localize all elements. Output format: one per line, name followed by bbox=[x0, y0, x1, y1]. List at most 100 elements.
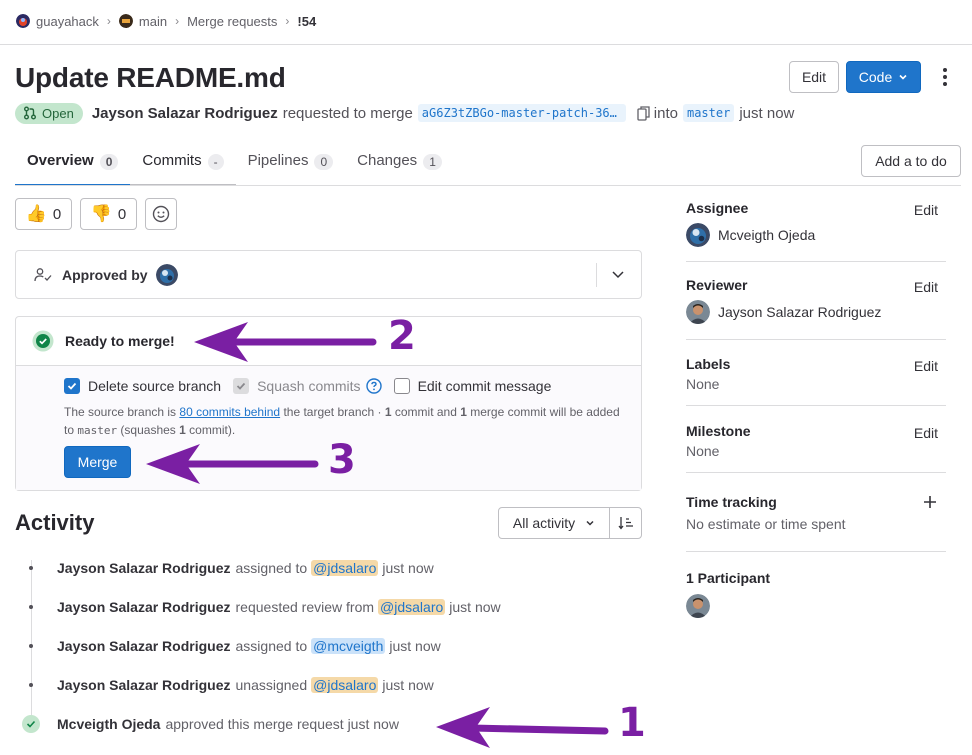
thumbs-up-count: 0 bbox=[52, 205, 62, 223]
sidebar-reviewer: Reviewer Edit Jayson Salazar Rodriguez bbox=[686, 277, 946, 324]
user-mention[interactable]: @jdsalaro bbox=[311, 677, 379, 693]
help-icon[interactable] bbox=[365, 378, 382, 394]
sidebar-divider bbox=[686, 339, 946, 340]
thumbs-up-button[interactable]: 👍 0 bbox=[15, 198, 72, 230]
assignee-user[interactable]: Mcveigth Ojeda bbox=[686, 223, 946, 247]
sort-direction-button[interactable] bbox=[609, 507, 642, 539]
note-author[interactable]: Jayson Salazar Rodriguez bbox=[57, 560, 231, 576]
status-success-icon bbox=[32, 330, 54, 352]
reviewer-edit-button[interactable]: Edit bbox=[914, 279, 938, 295]
sort-icon bbox=[617, 516, 634, 530]
timeline-dot bbox=[20, 605, 42, 609]
edit-commit-message-checkbox[interactable]: Edit commit message bbox=[393, 378, 551, 394]
user-mention[interactable]: @jdsalaro bbox=[311, 560, 379, 576]
tab-pipelines[interactable]: Pipelines 0 bbox=[236, 146, 346, 186]
activity-filter-dropdown[interactable]: All activity bbox=[498, 507, 610, 539]
chevron-right-icon: › bbox=[285, 14, 290, 28]
activity-note: Jayson Salazar Rodriguez requested revie… bbox=[20, 596, 501, 618]
annotation-label-3: 3 bbox=[328, 437, 356, 483]
activity-note: Jayson Salazar Rodriguez assigned to @jd… bbox=[20, 557, 434, 579]
tab-changes[interactable]: Changes 1 bbox=[345, 146, 454, 186]
annotation-label-2: 2 bbox=[388, 313, 416, 359]
avatar bbox=[686, 594, 710, 618]
info-text: The source branch is bbox=[64, 405, 180, 419]
tab-commits[interactable]: Commits - bbox=[130, 146, 236, 186]
note-author[interactable]: Jayson Salazar Rodriguez bbox=[57, 638, 231, 654]
target-branch[interactable]: master bbox=[682, 104, 735, 122]
milestone-edit-button[interactable]: Edit bbox=[914, 425, 938, 441]
plus-icon[interactable] bbox=[923, 495, 937, 509]
note-time: just now bbox=[382, 560, 434, 576]
checkbox-disabled-icon bbox=[233, 378, 250, 394]
breadcrumb-project[interactable]: main bbox=[118, 14, 167, 29]
note-author[interactable]: Mcveigth Ojeda bbox=[57, 716, 160, 732]
activity-title: Activity bbox=[15, 510, 95, 535]
merge-status-label: Ready to merge! bbox=[65, 333, 175, 349]
thumbs-down-count: 0 bbox=[117, 205, 127, 223]
activity-note: Mcveigth Ojeda approved this merge reque… bbox=[20, 713, 399, 735]
milestone-value: None bbox=[686, 443, 720, 459]
thumbs-down-button[interactable]: 👎 0 bbox=[80, 198, 137, 230]
note-time: just now bbox=[382, 677, 434, 693]
merge-checkboxes: Delete source branch Squash commits Edit… bbox=[64, 377, 641, 395]
breadcrumb-current[interactable]: !54 bbox=[297, 14, 316, 29]
milestone-label: Milestone bbox=[686, 423, 751, 439]
assignee-edit-button[interactable]: Edit bbox=[914, 202, 938, 218]
tab-label: Commits bbox=[142, 152, 202, 169]
note-author[interactable]: Jayson Salazar Rodriguez bbox=[57, 599, 231, 615]
checkbox-label: Squash commits bbox=[257, 378, 361, 394]
note-time: just now bbox=[449, 599, 501, 615]
source-branch[interactable]: aG6Z3tZBGo-master-patch-36… bbox=[417, 104, 626, 122]
code-dropdown-button[interactable]: Code bbox=[846, 61, 921, 93]
squash-count: 1 bbox=[179, 423, 186, 437]
breadcrumb-merge-requests[interactable]: Merge requests bbox=[187, 14, 277, 29]
merge-button[interactable]: Merge bbox=[64, 446, 131, 478]
annotation-label-1: 1 bbox=[618, 700, 646, 746]
tab-overview[interactable]: Overview 0 bbox=[15, 146, 131, 186]
assignee-name: Mcveigth Ojeda bbox=[718, 227, 816, 243]
approver-avatar[interactable] bbox=[155, 263, 178, 286]
timeline-dot bbox=[20, 566, 42, 570]
user-mention[interactable]: @jdsalaro bbox=[378, 599, 446, 615]
add-reaction-button[interactable] bbox=[145, 198, 177, 230]
approvals-panel: Approved by bbox=[15, 250, 642, 299]
sidebar-divider bbox=[686, 261, 946, 262]
add-todo-button[interactable]: Add a to do bbox=[861, 145, 961, 177]
more-actions-icon[interactable] bbox=[936, 66, 954, 88]
time-tracking-label: Time tracking bbox=[686, 494, 777, 510]
merge-request-meta: Open Jayson Salazar Rodriguez requested … bbox=[15, 100, 794, 126]
approvals-divider bbox=[596, 263, 597, 287]
activity-note: Jayson Salazar Rodriguez assigned to @mc… bbox=[20, 635, 441, 657]
info-text: (squashes bbox=[117, 423, 180, 437]
annotation-arrow-3 bbox=[146, 444, 319, 484]
copy-icon[interactable] bbox=[637, 105, 650, 121]
thumbs-down-icon: 👎 bbox=[90, 204, 112, 223]
user-mention[interactable]: @mcveigth bbox=[311, 638, 386, 654]
labels-edit-button[interactable]: Edit bbox=[914, 358, 938, 374]
chevron-down-icon[interactable] bbox=[610, 266, 626, 282]
tab-label: Changes bbox=[357, 152, 418, 169]
status-badge: Open bbox=[15, 102, 83, 124]
chevron-right-icon: › bbox=[106, 14, 111, 28]
info-text: commit and bbox=[391, 405, 461, 419]
author-link[interactable]: Jayson Salazar Rodriguez bbox=[92, 105, 278, 122]
participant-user[interactable] bbox=[686, 594, 946, 618]
approved-by-label: Approved by bbox=[62, 266, 148, 283]
sidebar-milestone: Milestone Edit None bbox=[686, 423, 946, 459]
sidebar-labels: Labels Edit None bbox=[686, 356, 946, 392]
activity-note: Jayson Salazar Rodriguez unassigned @jds… bbox=[20, 674, 434, 696]
note-action: requested review from bbox=[235, 599, 375, 615]
checkbox-unchecked-icon bbox=[393, 378, 410, 394]
commits-behind-link[interactable]: 80 commits behind bbox=[179, 405, 280, 419]
note-author[interactable]: Jayson Salazar Rodriguez bbox=[57, 677, 231, 693]
assignee-label: Assignee bbox=[686, 200, 749, 216]
tab-label: Overview bbox=[27, 152, 94, 169]
reviewer-user[interactable]: Jayson Salazar Rodriguez bbox=[686, 300, 946, 324]
merge-request-icon bbox=[23, 106, 37, 120]
tabs-divider bbox=[15, 185, 961, 186]
created-time: just now bbox=[739, 104, 795, 122]
time-tracking-value: No estimate or time spent bbox=[686, 516, 846, 532]
edit-button[interactable]: Edit bbox=[789, 61, 839, 93]
breadcrumb-group[interactable]: guayahack bbox=[16, 14, 99, 29]
delete-source-branch-checkbox[interactable]: Delete source branch bbox=[64, 378, 221, 394]
